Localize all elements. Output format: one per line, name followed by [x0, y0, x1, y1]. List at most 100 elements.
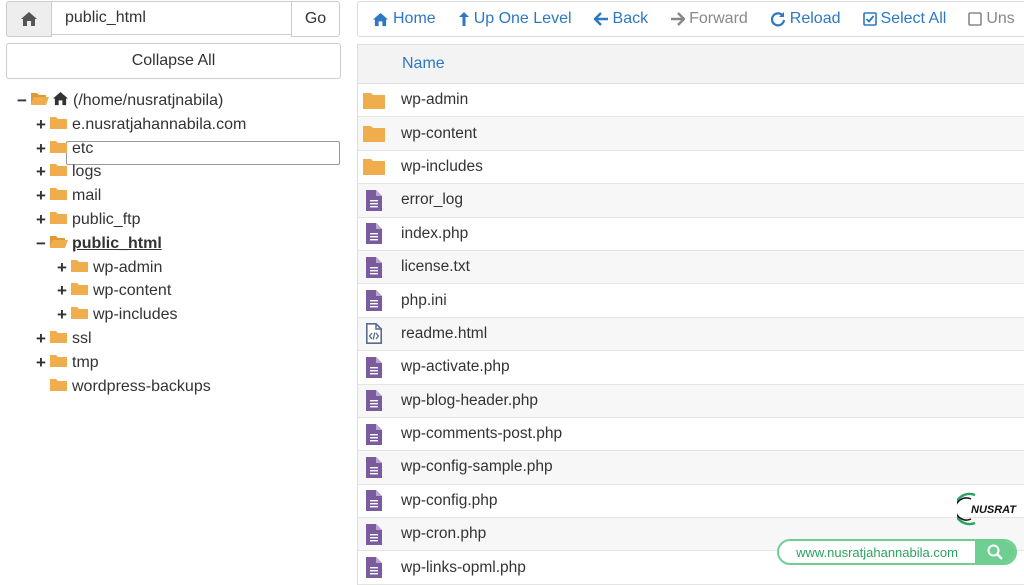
- reload-button[interactable]: Reload: [770, 10, 841, 28]
- folder-icon: [70, 258, 89, 278]
- select-all-button[interactable]: Select All: [862, 10, 947, 28]
- name-column-header[interactable]: Name: [402, 55, 445, 73]
- arrow-right-icon: [671, 12, 686, 26]
- text-file-icon: [363, 423, 385, 445]
- table-row[interactable]: php.ini: [358, 284, 1024, 318]
- file-name: license.txt: [401, 258, 470, 276]
- text-file-icon: [363, 223, 385, 245]
- folder-icon: [49, 210, 68, 230]
- go-button[interactable]: Go: [291, 1, 340, 37]
- file-name: readme.html: [401, 324, 488, 342]
- brand-text: NUSRAT: [971, 504, 1017, 516]
- file-name: wp-content: [401, 124, 477, 142]
- path-input[interactable]: [52, 1, 291, 35]
- tree-item-label: mail: [72, 187, 102, 205]
- expand-icon[interactable]: +: [35, 329, 47, 349]
- nusrat-logo: NUSRAT: [957, 492, 1017, 526]
- tree-item-label: wp-admin: [93, 258, 163, 276]
- forward-button[interactable]: Forward: [670, 10, 748, 28]
- tree-item[interactable]: + public_ftp: [35, 209, 142, 231]
- path-bar: Go: [6, 1, 340, 37]
- text-file-icon: [363, 189, 385, 211]
- table-row[interactable]: wp-config-sample.php: [358, 451, 1024, 485]
- folder-icon: [49, 139, 68, 159]
- reload-icon: [770, 12, 785, 27]
- home-directory-button[interactable]: [6, 1, 52, 37]
- collapse-icon[interactable]: −: [35, 234, 47, 254]
- table-row[interactable]: wp-content: [358, 117, 1024, 151]
- tree-item[interactable]: + e.nusratjahannabila.com: [35, 114, 247, 136]
- file-name: index.php: [401, 224, 469, 242]
- tree-item[interactable]: + wp-admin: [56, 257, 163, 279]
- forward-label: Forward: [689, 10, 748, 27]
- table-row[interactable]: license.txt: [358, 250, 1024, 285]
- up-one-level-button[interactable]: Up One Level: [458, 10, 572, 28]
- expand-icon[interactable]: +: [35, 139, 47, 159]
- file-rows: wp-admin wp-content wp-includes error_login…: [358, 84, 1024, 585]
- home-icon: [52, 91, 69, 111]
- tree-item-label: logs: [72, 163, 102, 181]
- tree-item[interactable]: + wp-includes: [56, 304, 178, 326]
- folder-icon: [49, 115, 68, 135]
- expand-icon[interactable]: +: [56, 281, 68, 301]
- folder-open-icon: [49, 234, 68, 254]
- expand-icon[interactable]: +: [35, 162, 47, 182]
- table-row[interactable]: error_log: [358, 184, 1024, 218]
- code-file-icon: [363, 323, 385, 345]
- select-all-label: Select All: [880, 10, 947, 27]
- file-name: wp-admin: [401, 91, 469, 109]
- tree-item[interactable]: − (/home/nusratjnabila): [16, 90, 224, 112]
- tree-item[interactable]: + tmp: [35, 352, 100, 374]
- tree-item-label: public_ftp: [72, 211, 141, 228]
- toolbar: Home Up One Level Back Forward Reload Se…: [357, 1, 1024, 37]
- folder-icon: [49, 377, 68, 397]
- tree-item[interactable]: + ssl: [35, 328, 93, 350]
- file-table: Name wp-admin wp-content wp-includes error_…: [357, 44, 1024, 585]
- expand-icon[interactable]: +: [56, 258, 68, 278]
- tree-item[interactable]: + logs: [35, 161, 102, 183]
- expand-icon[interactable]: +: [56, 305, 68, 325]
- expand-icon[interactable]: +: [35, 115, 47, 135]
- collapse-icon[interactable]: −: [16, 91, 28, 111]
- table-row[interactable]: wp-config.php: [358, 485, 1024, 519]
- expand-icon[interactable]: +: [35, 210, 47, 230]
- unselect-all-label: Uns: [986, 10, 1015, 27]
- folder-icon: [363, 92, 385, 109]
- level-up-icon: [458, 12, 469, 26]
- folder-icon: [49, 329, 68, 349]
- folder-icon: [70, 305, 89, 325]
- unselect-all-button[interactable]: Uns: [968, 10, 1015, 28]
- table-row[interactable]: readme.html: [358, 317, 1024, 352]
- tree-item-label: wp-content: [93, 282, 172, 300]
- tree-item-label: tmp: [72, 353, 99, 371]
- tree-item[interactable]: + wp-content: [56, 280, 172, 302]
- back-label: Back: [612, 10, 649, 27]
- tree-item[interactable]: + mail: [35, 185, 102, 207]
- website-url-pill: www.nusratjahannabila.com: [777, 539, 1017, 565]
- tree-item-label: wordpress-backups: [72, 377, 211, 395]
- collapse-all-button[interactable]: Collapse All: [6, 43, 341, 79]
- folder-icon: [363, 125, 385, 143]
- expand-icon[interactable]: +: [35, 186, 47, 206]
- tree-item-label: (/home/nusratjnabila): [73, 92, 224, 109]
- home-button[interactable]: Home: [372, 10, 436, 28]
- table-row[interactable]: wp-comments-post.php: [358, 418, 1024, 452]
- file-name: wp-blog-header.php: [401, 391, 539, 409]
- text-file-icon: [363, 557, 385, 579]
- expand-icon[interactable]: +: [35, 353, 47, 373]
- table-row[interactable]: wp-blog-header.php: [358, 384, 1024, 418]
- table-row[interactable]: index.php: [358, 218, 1024, 251]
- reload-label: Reload: [789, 10, 841, 27]
- tree-item[interactable]: + etc: [35, 138, 94, 160]
- file-name: php.ini: [401, 291, 447, 309]
- folder-icon: [49, 162, 68, 182]
- table-row[interactable]: wp-admin: [358, 84, 1024, 118]
- home-icon: [21, 12, 37, 26]
- text-file-icon: [363, 490, 385, 512]
- tree-item[interactable]: wordpress-backups: [35, 376, 212, 398]
- table-row[interactable]: wp-activate.php: [358, 351, 1024, 385]
- tree-item[interactable]: − public_html: [35, 233, 163, 255]
- table-row[interactable]: wp-includes: [358, 151, 1024, 185]
- file-name: wp-includes: [401, 157, 483, 175]
- back-button[interactable]: Back: [593, 10, 649, 28]
